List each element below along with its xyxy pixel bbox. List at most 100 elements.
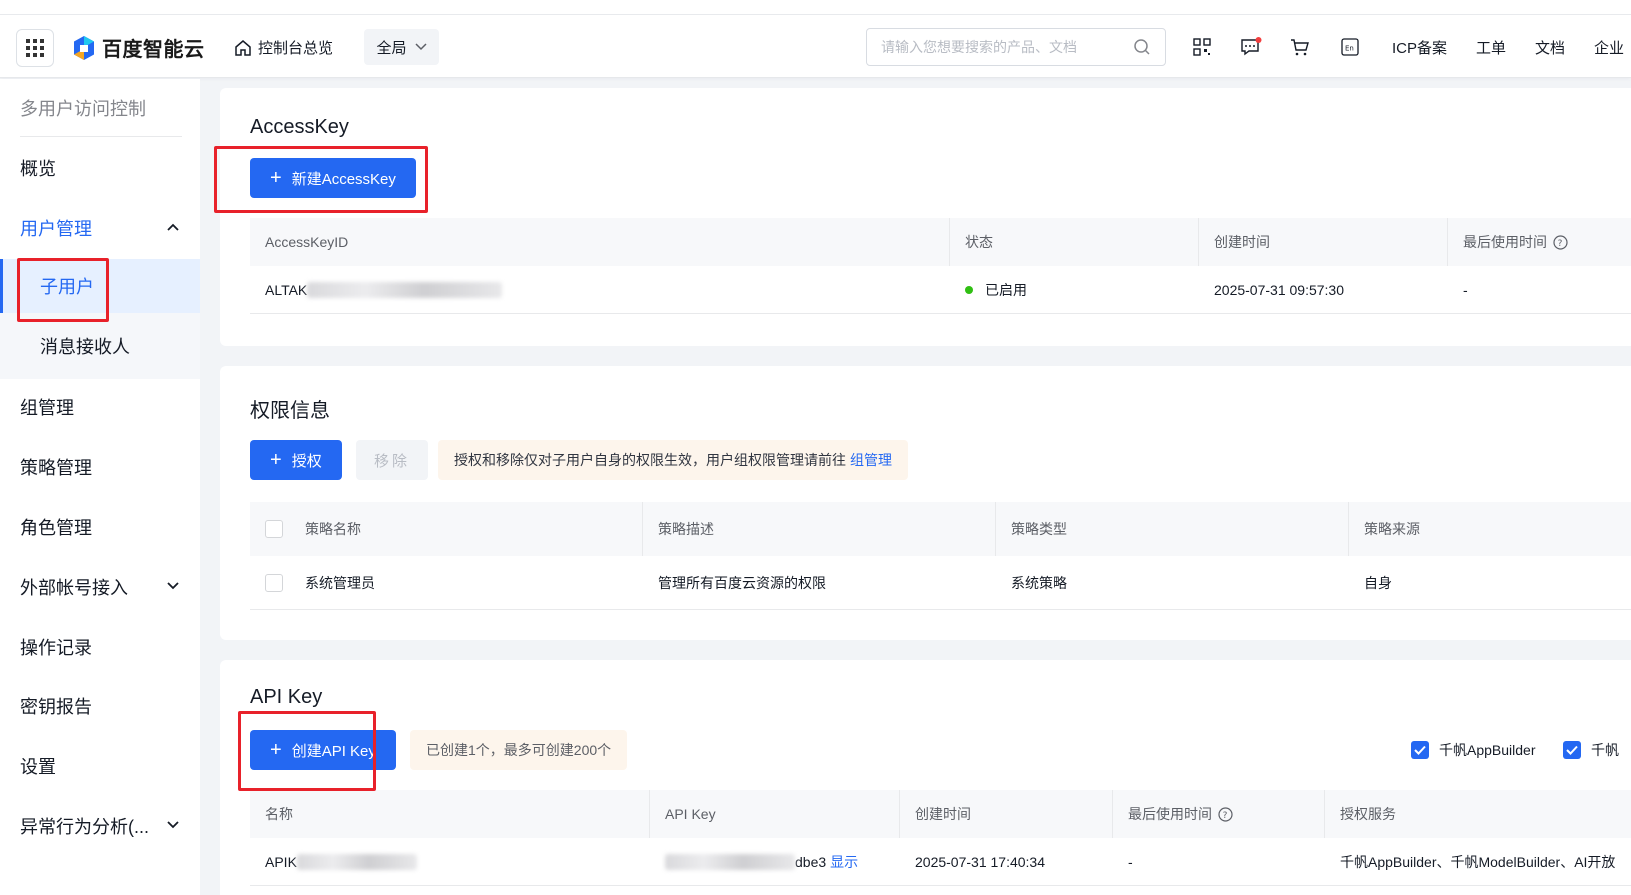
docs-link[interactable]: 文档: [1535, 37, 1565, 58]
permissions-card: 权限信息 + 授权 移除 授权和移除仅对子用户自身的权限生效，用户组权限管理请前…: [220, 366, 1631, 640]
accesskey-card: AccessKey + 新建AccessKey AccessKeyID 状态 创…: [220, 88, 1631, 346]
col-created: 创建时间: [900, 790, 1113, 838]
chevron-down-icon: [167, 821, 179, 829]
select-all-checkbox[interactable]: [265, 520, 283, 538]
checkbox-checked-icon: [1563, 741, 1581, 759]
sidebar-item-settings[interactable]: 设置: [0, 746, 200, 786]
created-cell: 2025-07-31 09:57:30: [1214, 282, 1344, 298]
policy-source-cell: 自身: [1364, 575, 1392, 591]
last-used-cell: -: [1128, 854, 1133, 870]
accesskey-id-cell: ALTAK: [250, 266, 950, 314]
apikey-title: API Key: [250, 686, 323, 708]
filter-qianfan[interactable]: 千帆: [1563, 740, 1619, 760]
select-all-cell: [250, 502, 290, 556]
show-key-link[interactable]: 显示: [830, 852, 858, 872]
sidebar: 多用户访问控制 概览 用户管理 子用户 消息接收人 组管理 策略管理 角色管理 …: [0, 79, 200, 895]
col-policy-name: 策略名称: [290, 502, 643, 556]
sidebar-item-group-management[interactable]: 组管理: [0, 387, 200, 427]
qrcode-icon[interactable]: [1191, 36, 1213, 58]
remove-permission-button[interactable]: 移除: [356, 440, 428, 480]
masked-value: [307, 282, 503, 298]
help-icon[interactable]: ?: [1218, 806, 1233, 822]
col-created: 创建时间: [1199, 218, 1448, 266]
console-home-link[interactable]: 控制台总览: [234, 37, 333, 58]
table-row: APIK dbe3 显示 2025-07-31 17:40:34 - 千帆App…: [250, 838, 1631, 886]
svg-text:En: En: [1345, 45, 1354, 53]
sidebar-item-anomaly-analysis[interactable]: 异常行为分析(...: [0, 806, 200, 846]
row-select-cell: [250, 556, 290, 610]
sidebar-title: 多用户访问控制: [20, 99, 146, 119]
search-input[interactable]: [881, 39, 1121, 55]
status-dot-icon: [965, 286, 973, 294]
icp-link[interactable]: ICP备案: [1392, 37, 1447, 58]
checkbox-checked-icon: [1411, 741, 1429, 759]
col-last-used: 最后使用时间 ?: [1448, 218, 1631, 266]
sidebar-item-external-accounts[interactable]: 外部帐号接入: [0, 567, 200, 607]
permission-tip: 授权和移除仅对子用户自身的权限生效，用户组权限管理请前往 组管理: [438, 440, 908, 480]
sidebar-item-user-management[interactable]: 用户管理: [0, 208, 200, 248]
grid-icon: [26, 39, 44, 57]
user-management-submenu: 子用户 消息接收人: [0, 259, 200, 379]
col-last-used: 最后使用时间 ?: [1113, 790, 1325, 838]
apikey-name-cell: APIK: [250, 838, 650, 886]
top-navbar: 百度智能云 控制台总览 全局 En ICP备案 工单 文档 企业: [0, 0, 1631, 78]
group-management-link[interactable]: 组管理: [850, 450, 892, 470]
apikey-quota-tip: 已创建1个，最多可创建200个: [410, 730, 628, 770]
sidebar-item-operation-logs[interactable]: 操作记录: [0, 627, 200, 667]
sidebar-item-overview[interactable]: 概览: [0, 148, 200, 188]
apps-menu-button[interactable]: [16, 29, 54, 67]
cart-icon[interactable]: [1289, 36, 1311, 58]
plus-icon: +: [270, 167, 282, 189]
create-accesskey-button[interactable]: + 新建AccessKey: [250, 158, 416, 198]
col-accesskey-id: AccessKeyID: [250, 218, 950, 266]
policy-name-cell: 系统管理员: [305, 575, 375, 591]
services-cell: 千帆AppBuilder、千帆ModelBuilder、AI开放: [1340, 854, 1616, 870]
svg-text:?: ?: [1558, 239, 1563, 249]
top-divider: [0, 14, 1631, 15]
message-icon[interactable]: [1240, 36, 1262, 58]
sidebar-item-policy-management[interactable]: 策略管理: [0, 447, 200, 487]
region-label: 全局: [376, 39, 407, 57]
filter-appbuilder[interactable]: 千帆AppBuilder: [1411, 740, 1536, 760]
status-cell: 已启用: [950, 266, 1199, 314]
console-home-label: 控制台总览: [258, 40, 334, 57]
ticket-link[interactable]: 工单: [1476, 37, 1506, 58]
brand-name: 百度智能云: [102, 39, 205, 61]
home-icon: [235, 39, 251, 56]
table-row: ALTAK 已启用 2025-07-31 09:57:30 -: [250, 266, 1631, 314]
sidebar-divider: [20, 136, 182, 137]
accesskey-title: AccessKey: [250, 116, 349, 138]
apikey-card: API Key + 创建API Key 已创建1个，最多可创建200个 千帆Ap…: [220, 660, 1631, 895]
col-services: 授权服务: [1340, 806, 1396, 822]
policy-type-cell: 系统策略: [1011, 575, 1067, 591]
permissions-title: 权限信息: [250, 400, 330, 422]
row-checkbox[interactable]: [265, 574, 283, 592]
policy-desc-cell: 管理所有百度云资源的权限: [658, 575, 826, 591]
help-icon[interactable]: ?: [1553, 234, 1568, 250]
masked-value: [296, 854, 417, 870]
search-icon[interactable]: [1133, 38, 1151, 56]
table-row: 系统管理员 管理所有百度云资源的权限 系统策略 自身: [250, 556, 1631, 610]
sidebar-item-sub-users[interactable]: 子用户: [0, 259, 200, 313]
sidebar-item-message-recipients[interactable]: 消息接收人: [0, 319, 200, 373]
col-apikey: API Key: [650, 790, 900, 838]
global-search[interactable]: [866, 28, 1166, 66]
sidebar-item-role-management[interactable]: 角色管理: [0, 507, 200, 547]
col-policy-source: 策略来源: [1364, 521, 1420, 537]
plus-icon: +: [270, 739, 282, 761]
chevron-down-icon: [167, 582, 179, 590]
last-used-cell: -: [1463, 282, 1468, 298]
created-cell: 2025-07-31 17:40:34: [915, 854, 1045, 870]
sidebar-item-key-report[interactable]: 密钥报告: [0, 686, 200, 726]
chevron-down-icon: [414, 43, 427, 51]
grant-permission-button[interactable]: + 授权: [250, 440, 342, 480]
language-icon[interactable]: En: [1339, 36, 1361, 58]
chevron-up-icon: [167, 223, 179, 231]
baidu-cloud-logo-icon: [74, 35, 94, 60]
permissions-table-header: 策略名称 策略描述 策略类型 策略来源: [250, 502, 1631, 556]
create-apikey-button[interactable]: + 创建API Key: [250, 730, 396, 770]
region-select[interactable]: 全局: [364, 29, 439, 65]
enterprise-link[interactable]: 企业: [1594, 37, 1624, 58]
brand-logo[interactable]: 百度智能云: [72, 33, 205, 62]
col-policy-desc: 策略描述: [643, 502, 996, 556]
